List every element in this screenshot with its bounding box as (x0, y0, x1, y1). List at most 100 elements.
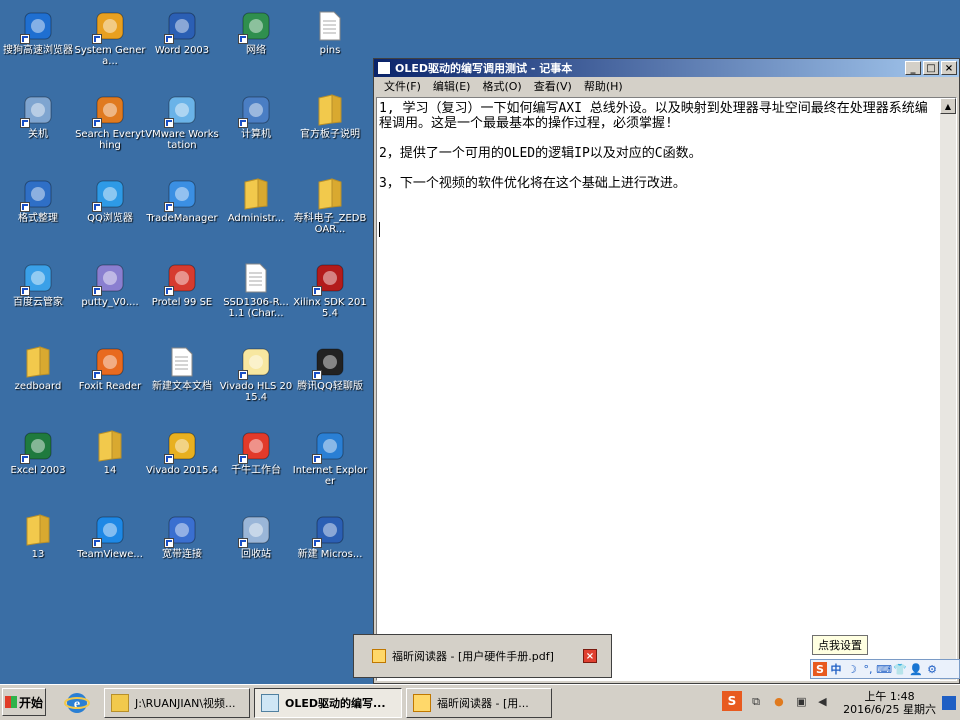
desktop-icon[interactable]: Word 2003 (144, 4, 220, 88)
volume-tray-icon[interactable]: ◀ (818, 695, 834, 711)
ime-toolbar[interactable]: S 中 ☽ °, ⌨ 👕 👤 ⚙ (810, 659, 960, 679)
folder-icon (314, 178, 346, 210)
desktop-icon-label: VMware Workstation (145, 129, 219, 151)
menu-file[interactable]: 文件(F) (378, 78, 427, 94)
desktop-icon[interactable]: 14 (72, 424, 148, 508)
desktop-icon[interactable]: Vivado 2015.4 (144, 424, 220, 508)
desktop-icon[interactable]: 百度云管家 (0, 256, 76, 340)
desktop-icon[interactable]: Xilinx SDK 2015.4 (292, 256, 368, 340)
desktop-icon[interactable]: Protel 99 SE (144, 256, 220, 340)
ie-quicklaunch-icon[interactable]: e (64, 690, 90, 716)
search-everything-icon (92, 94, 126, 128)
taskbar-item-foxit[interactable]: 福昕阅读器 - [用... (406, 688, 552, 718)
desktop-icon[interactable]: TradeManager (144, 172, 220, 256)
trademanager-icon (164, 178, 198, 212)
monitor-tray-icon[interactable]: ▣ (796, 695, 812, 711)
halfwidth-moon-icon[interactable]: ☽ (845, 662, 859, 676)
preview-close-icon[interactable]: × (583, 649, 597, 663)
ime-tooltip[interactable]: 点我设置 (812, 635, 868, 655)
desktop-icon[interactable]: 新建 Micros... (292, 508, 368, 592)
menu-help[interactable]: 帮助(H) (578, 78, 629, 94)
desktop-icon[interactable]: Internet Explorer (292, 424, 368, 508)
skin-icon[interactable]: 👕 (893, 662, 907, 676)
ie-icon (312, 430, 346, 464)
taskbar-item-explorer[interactable]: J:\RUANJIAN\视频... (104, 688, 250, 718)
desktop-icon[interactable]: Vivado HLS 2015.4 (218, 340, 294, 424)
desktop-icon[interactable]: 千牛工作台 (218, 424, 294, 508)
desktop-icon[interactable]: QQ浏览器 (72, 172, 148, 256)
desktop-icon[interactable]: zedboard (0, 340, 76, 424)
desktop-icon[interactable]: Search Everything (72, 88, 148, 172)
recycle-bin-icon (238, 514, 272, 548)
text-content[interactable]: 1, 学习（复习）一下如何编写AXI 总线外设。以及映射到处理器寻址空间最终在处… (379, 98, 938, 680)
desktop-icon[interactable]: 格式整理 (0, 172, 76, 256)
desktop-icon[interactable]: VMware Workstation (144, 88, 220, 172)
shortcut-arrow-icon (164, 454, 174, 464)
account-icon[interactable]: 👤 (909, 662, 923, 676)
desktop-icon[interactable]: pins (292, 4, 368, 88)
keyboard-icon[interactable]: ⌨ (876, 662, 892, 676)
start-button[interactable]: 开始 (2, 688, 46, 716)
sogou-tray-icon[interactable]: S (722, 691, 742, 711)
desktop-icon-label: Excel 2003 (10, 465, 66, 476)
desktop-icon[interactable]: 计算机 (218, 88, 294, 172)
desktop-icon-label: Vivado HLS 2015.4 (219, 381, 293, 403)
desktop-icon-label: 腾讯QQ轻聊版 (297, 381, 363, 392)
desktop-icon[interactable]: 13 (0, 508, 76, 592)
desktop-icon[interactable]: 搜狗高速浏览器 (0, 4, 76, 88)
desktop-icon[interactable]: TeamViewe... (72, 508, 148, 592)
user-folder-icon (240, 178, 272, 210)
punctuation-icon[interactable]: °, (861, 662, 875, 676)
desktop-icon[interactable]: 宽带连接 (144, 508, 220, 592)
show-desktop-icon[interactable] (942, 696, 956, 710)
desktop-icon[interactable]: 回收站 (218, 508, 294, 592)
window-title: OLED驱动的编写调用测试 - 记事本 (395, 62, 573, 75)
desktop-icon[interactable]: 关机 (0, 88, 76, 172)
safety-tray-icon[interactable]: ● (774, 695, 790, 711)
desktop-icon-label: 14 (103, 465, 117, 476)
settings-icon[interactable]: ⚙ (925, 662, 939, 676)
shortcut-arrow-icon (20, 286, 30, 296)
desktop-icon[interactable]: 官方板子说明 (292, 88, 368, 172)
vertical-scrollbar[interactable]: ▲ (940, 98, 956, 680)
shortcut-arrow-icon (164, 286, 174, 296)
excel-icon (20, 430, 54, 464)
shortcut-arrow-icon (238, 34, 248, 44)
shutdown-icon (20, 94, 54, 128)
clock[interactable]: 上午 1:48 2016/6/25 星期六 (843, 690, 936, 716)
close-button[interactable]: × (941, 61, 957, 75)
desktop-icon-label: putty_V0.... (81, 297, 139, 308)
desktop-icon[interactable]: Administr... (218, 172, 294, 256)
desktop-icon[interactable]: putty_V0.... (72, 256, 148, 340)
clock-date: 2016/6/25 星期六 (843, 703, 936, 716)
desktop-icon-label: Word 2003 (154, 45, 210, 56)
network-tray-icon[interactable]: ⧉ (752, 695, 768, 711)
desktop-icon[interactable]: System Genera... (72, 4, 148, 88)
chinese-mode-icon[interactable]: 中 (829, 662, 843, 676)
minimize-button[interactable]: _ (905, 61, 921, 75)
notepad-window[interactable]: OLED驱动的编写调用测试 - 记事本 _ □ × 文件(F) 编辑(E) 格式… (373, 58, 960, 684)
maximize-button[interactable]: □ (923, 61, 939, 75)
desktop: 搜狗高速浏览器 System Genera... Word 2003 网络 pins 关机… (0, 0, 372, 684)
shortcut-arrow-icon (238, 454, 248, 464)
desktop-icon[interactable]: Excel 2003 (0, 424, 76, 508)
taskbar-item-notepad[interactable]: OLED驱动的编写... (254, 688, 402, 718)
desktop-icon[interactable]: 寿科电子_ZEDBOAR... (292, 172, 368, 256)
sogou-browser-icon (20, 10, 54, 44)
desktop-icon-label: 官方板子说明 (300, 129, 360, 140)
shortcut-arrow-icon (92, 370, 102, 380)
desktop-icon[interactable]: Foxit Reader (72, 340, 148, 424)
desktop-icon[interactable]: 腾讯QQ轻聊版 (292, 340, 368, 424)
sogou-ime-icon[interactable]: S (813, 662, 827, 676)
menu-edit[interactable]: 编辑(E) (427, 78, 477, 94)
desktop-icon[interactable]: SSD1306-R... 1.1 (Char... (218, 256, 294, 340)
taskbar-preview-popup[interactable]: 福昕阅读器 - [用户硬件手册.pdf] × (353, 634, 612, 678)
menu-format[interactable]: 格式(O) (476, 78, 527, 94)
menu-view[interactable]: 查看(V) (528, 78, 578, 94)
text-editor[interactable]: 1, 学习（复习）一下如何编写AXI 总线外设。以及映射到处理器寻址空间最终在处… (376, 97, 957, 681)
desktop-icon[interactable]: 新建文本文档 (144, 340, 220, 424)
notepad-title-bar[interactable]: OLED驱动的编写调用测试 - 记事本 _ □ × (374, 59, 959, 77)
scroll-up-arrow-icon[interactable]: ▲ (940, 98, 956, 114)
desktop-icon-label: QQ浏览器 (87, 213, 133, 224)
desktop-icon[interactable]: 网络 (218, 4, 294, 88)
